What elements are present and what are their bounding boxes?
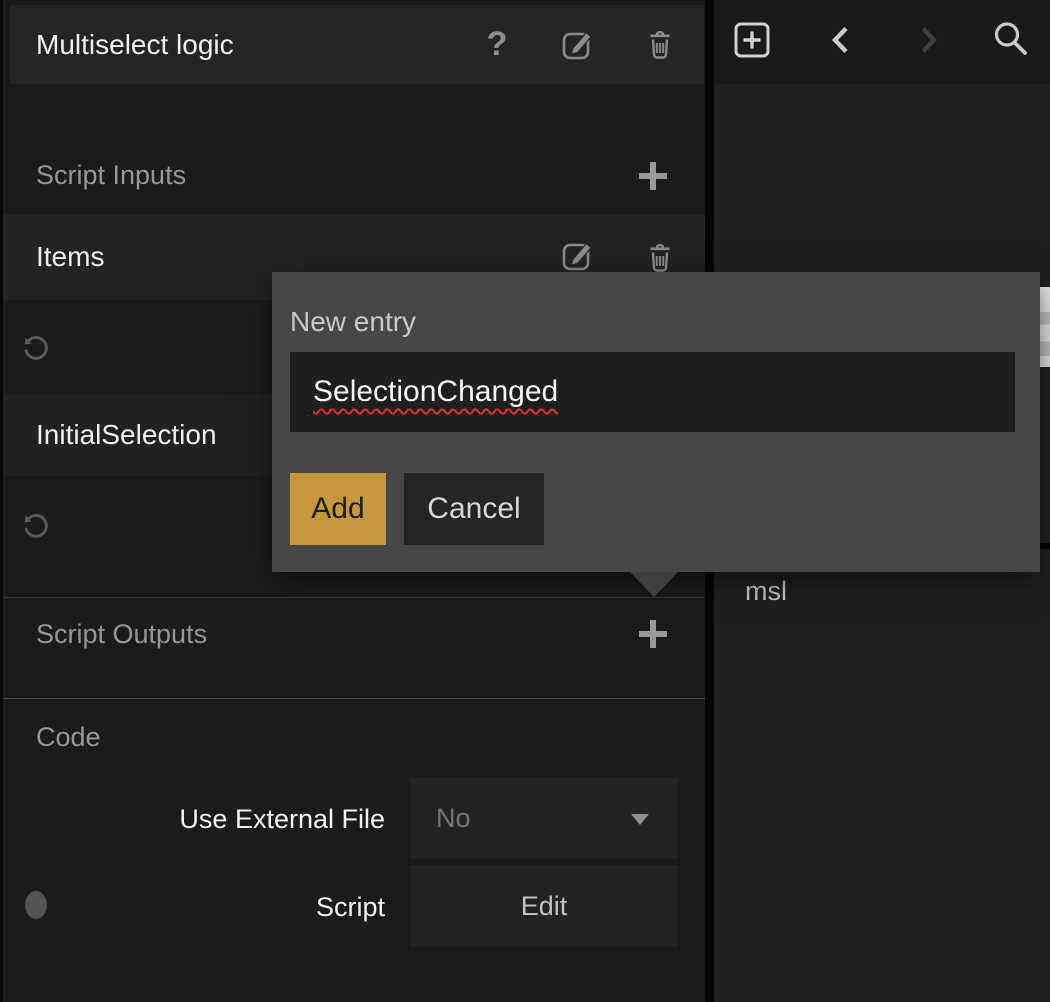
add-script-output-icon[interactable] <box>636 617 670 651</box>
drag-handle-dot <box>25 891 47 919</box>
script-label: Script <box>100 892 385 923</box>
edit-icon[interactable] <box>560 26 596 62</box>
cancel-button[interactable]: Cancel <box>404 473 544 545</box>
script-input-name: Items <box>36 214 104 300</box>
add-button[interactable]: Add <box>290 473 386 545</box>
reset-icon[interactable] <box>19 508 53 542</box>
script-outputs-heading: Script Outputs <box>36 619 207 650</box>
script-edit-button[interactable]: Edit <box>410 865 678 947</box>
forward-chevron-right-icon[interactable] <box>916 25 940 55</box>
new-entry-input[interactable]: SelectionChanged <box>290 352 1015 432</box>
use-external-file-label: Use External File <box>100 804 385 835</box>
help-icon[interactable]: ? <box>482 25 512 63</box>
new-entry-dialog: New entry SelectionChanged Add Cancel <box>272 272 1040 572</box>
list-item[interactable]: msl <box>745 576 787 607</box>
dropdown-value: No <box>436 778 471 859</box>
dialog-title: New entry <box>290 306 416 338</box>
code-heading: Code <box>36 722 101 753</box>
new-entry-input-text: SelectionChanged <box>313 375 558 409</box>
back-chevron-left-icon[interactable] <box>829 25 853 55</box>
occluded-window-edge <box>1040 287 1050 367</box>
section-divider <box>3 597 705 598</box>
occluded-window-border <box>1040 543 1050 549</box>
app-window: Multiselect logic ? Script Inputs Items <box>0 0 1050 1002</box>
new-tab-plus-box-icon[interactable] <box>733 21 771 59</box>
page-title: Multiselect logic <box>36 5 234 84</box>
script-input-name: InitialSelection <box>36 394 217 476</box>
edit-icon[interactable] <box>560 237 596 273</box>
add-script-input-icon[interactable] <box>636 159 670 193</box>
script-inputs-heading: Script Inputs <box>36 160 186 191</box>
search-icon[interactable] <box>990 19 1032 61</box>
edit-button-label: Edit <box>521 891 568 922</box>
delete-icon[interactable] <box>642 239 678 275</box>
popover-caret <box>630 572 678 597</box>
delete-icon[interactable] <box>642 26 678 62</box>
section-divider <box>3 698 705 699</box>
reset-icon[interactable] <box>19 330 53 364</box>
caret-down-icon <box>631 814 649 825</box>
use-external-file-dropdown[interactable]: No <box>410 778 678 859</box>
